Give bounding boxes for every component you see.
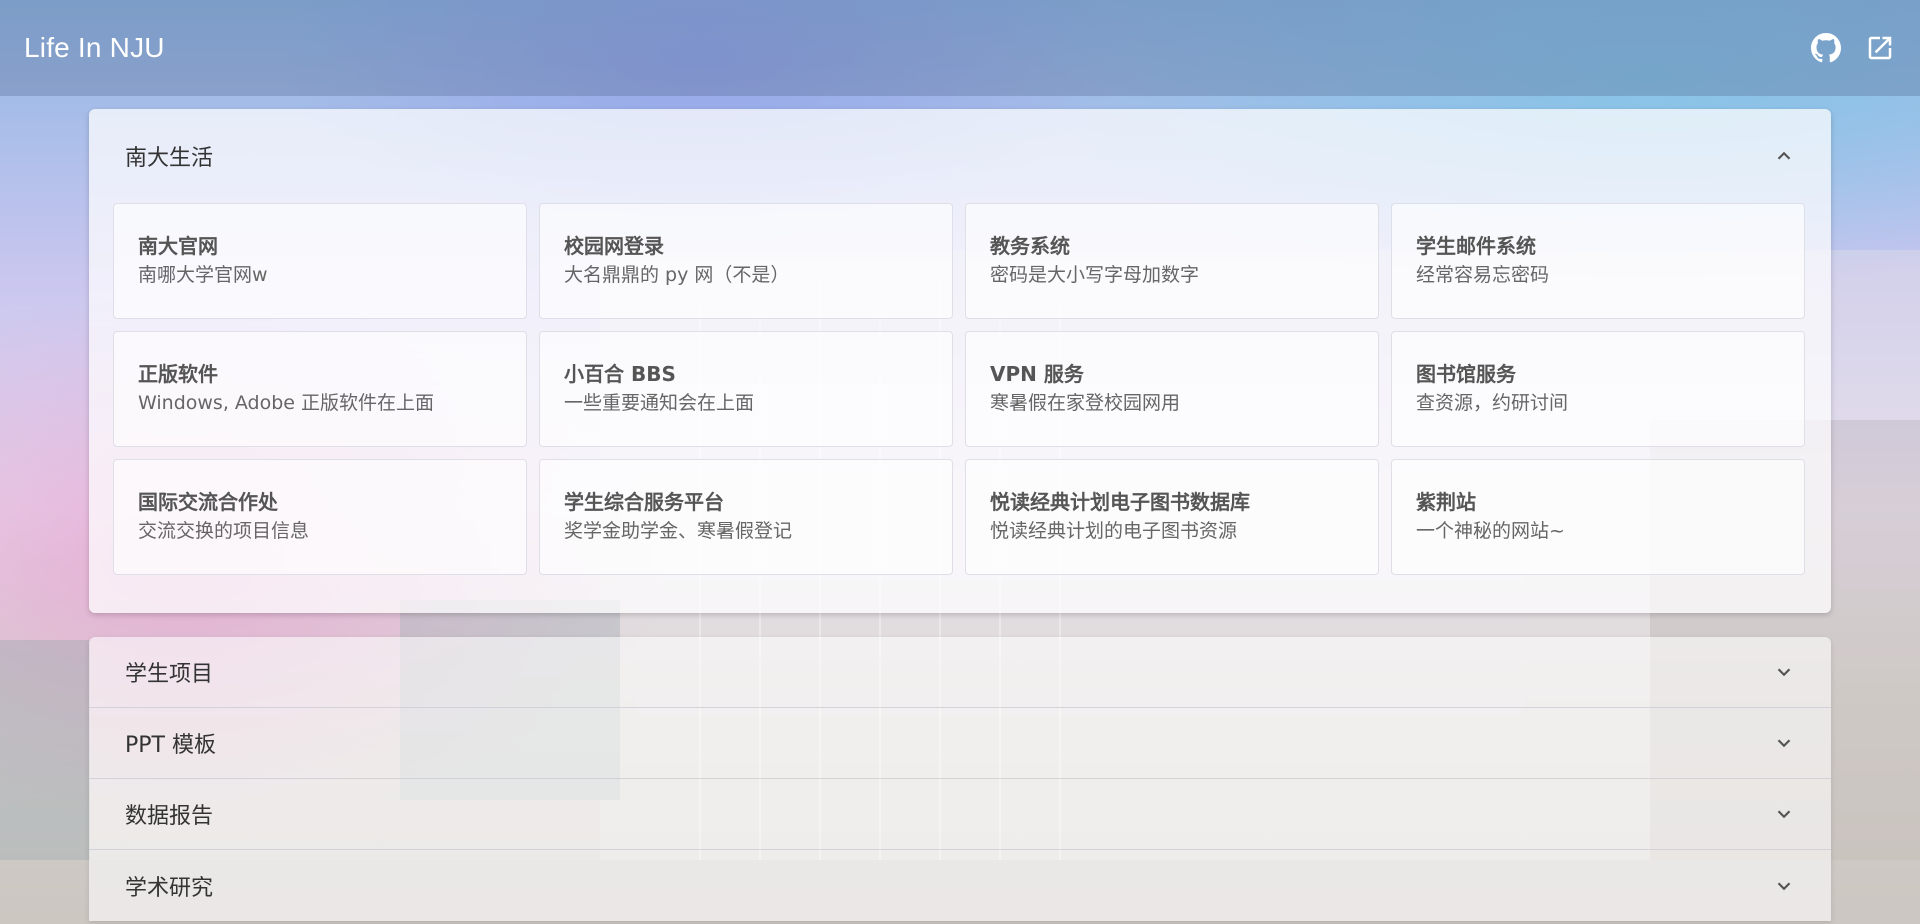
app-title: Life In NJU — [24, 32, 165, 63]
link-card[interactable]: 图书馆服务查资源，约研讨间 — [1391, 331, 1805, 447]
panel-student-projects[interactable]: 学生项目 — [89, 637, 1831, 708]
card-subtitle: 经常容易忘密码 — [1416, 264, 1550, 286]
app-bar: Life In NJU — [0, 0, 1920, 96]
card-title: 学生邮件系统 — [1416, 234, 1536, 258]
link-card[interactable]: 悦读经典计划电子图书数据库 悦读经典计划的电子图书资源 — [965, 459, 1379, 575]
card-subtitle: 一个神秘的网站~ — [1416, 520, 1565, 542]
link-card-grid: 南大官网南哪大学官网w 校园网登录大名鼎鼎的 py 网（不是） 教务系统密码是大… — [89, 203, 1831, 575]
card-title: 小百合 BBS — [564, 362, 676, 386]
card-subtitle: 奖学金助学金、寒暑假登记 — [564, 520, 793, 542]
card-subtitle: 查资源，约研讨间 — [1416, 392, 1569, 414]
panel-title: 南大生活 — [125, 146, 214, 171]
card-subtitle: 密码是大小写字母加数字 — [990, 264, 1200, 286]
card-subtitle: 一些重要通知会在上面 — [564, 392, 755, 414]
card-title: 正版软件 — [138, 362, 218, 386]
card-title: 悦读经典计划电子图书数据库 — [990, 490, 1250, 514]
link-card[interactable]: 国际交流合作处交流交换的项目信息 — [113, 459, 527, 575]
main-content: 南大生活 南大官网南哪大学官网w 校园网登录大名鼎鼎的 py 网（不是） 教务系… — [89, 109, 1831, 921]
panel-title: 数据报告 — [125, 804, 214, 829]
card-subtitle: 寒暑假在家登校园网用 — [990, 392, 1181, 414]
link-card[interactable]: 校园网登录大名鼎鼎的 py 网（不是） — [539, 203, 953, 319]
panel-title: 学生项目 — [125, 662, 214, 687]
chevron-down-icon — [1773, 803, 1795, 825]
panel-header-nju-life[interactable]: 南大生活 — [89, 109, 1831, 203]
link-card[interactable]: 学生邮件系统 经常容易忘密码 — [1391, 203, 1805, 319]
card-subtitle: 悦读经典计划的电子图书资源 — [990, 520, 1238, 542]
chevron-down-icon — [1773, 875, 1795, 897]
link-card[interactable]: 教务系统密码是大小写字母加数字 — [965, 203, 1379, 319]
card-subtitle: 交流交换的项目信息 — [138, 520, 310, 542]
card-title: 图书馆服务 — [1416, 362, 1516, 386]
card-title: 南大官网 — [138, 234, 218, 258]
panel-academic-research[interactable]: 学术研究 — [89, 850, 1831, 921]
chevron-down-icon — [1773, 732, 1795, 754]
card-subtitle: 南哪大学官网w — [138, 264, 268, 286]
chevron-down-icon — [1773, 661, 1795, 683]
card-subtitle: Windows, Adobe 正版软件在上面 — [138, 392, 435, 414]
chevron-up-icon — [1773, 145, 1795, 167]
collapsed-panels: 学生项目 PPT 模板 数据报告 学术研究 — [89, 637, 1831, 921]
link-card[interactable]: 正版软件 Windows, Adobe 正版软件在上面 — [113, 331, 527, 447]
link-card[interactable]: 小百合 BBS 一些重要通知会在上面 — [539, 331, 953, 447]
link-card[interactable]: 学生综合服务平台奖学金助学金、寒暑假登记 — [539, 459, 953, 575]
card-title: 校园网登录 — [564, 234, 664, 258]
card-title: 教务系统 — [990, 234, 1070, 258]
panel-title: 学术研究 — [125, 875, 214, 901]
card-title: 学生综合服务平台 — [564, 490, 724, 514]
app-bar-actions — [1810, 32, 1896, 64]
card-title: 紫荆站 — [1416, 490, 1476, 514]
link-card[interactable]: 紫荆站一个神秘的网站~ — [1391, 459, 1805, 575]
github-icon[interactable] — [1810, 32, 1842, 64]
panel-ppt-templates[interactable]: PPT 模板 — [89, 708, 1831, 779]
card-title: 国际交流合作处 — [138, 490, 278, 514]
open-in-new-icon[interactable] — [1864, 32, 1896, 64]
card-subtitle: 大名鼎鼎的 py 网（不是） — [564, 264, 790, 286]
link-card[interactable]: VPN 服务寒暑假在家登校园网用 — [965, 331, 1379, 447]
panel-data-reports[interactable]: 数据报告 — [89, 779, 1831, 850]
card-title: VPN 服务 — [990, 362, 1084, 386]
panel-title: PPT 模板 — [125, 733, 216, 758]
link-card[interactable]: 南大官网南哪大学官网w — [113, 203, 527, 319]
panel-nju-life: 南大生活 南大官网南哪大学官网w 校园网登录大名鼎鼎的 py 网（不是） 教务系… — [89, 109, 1831, 613]
